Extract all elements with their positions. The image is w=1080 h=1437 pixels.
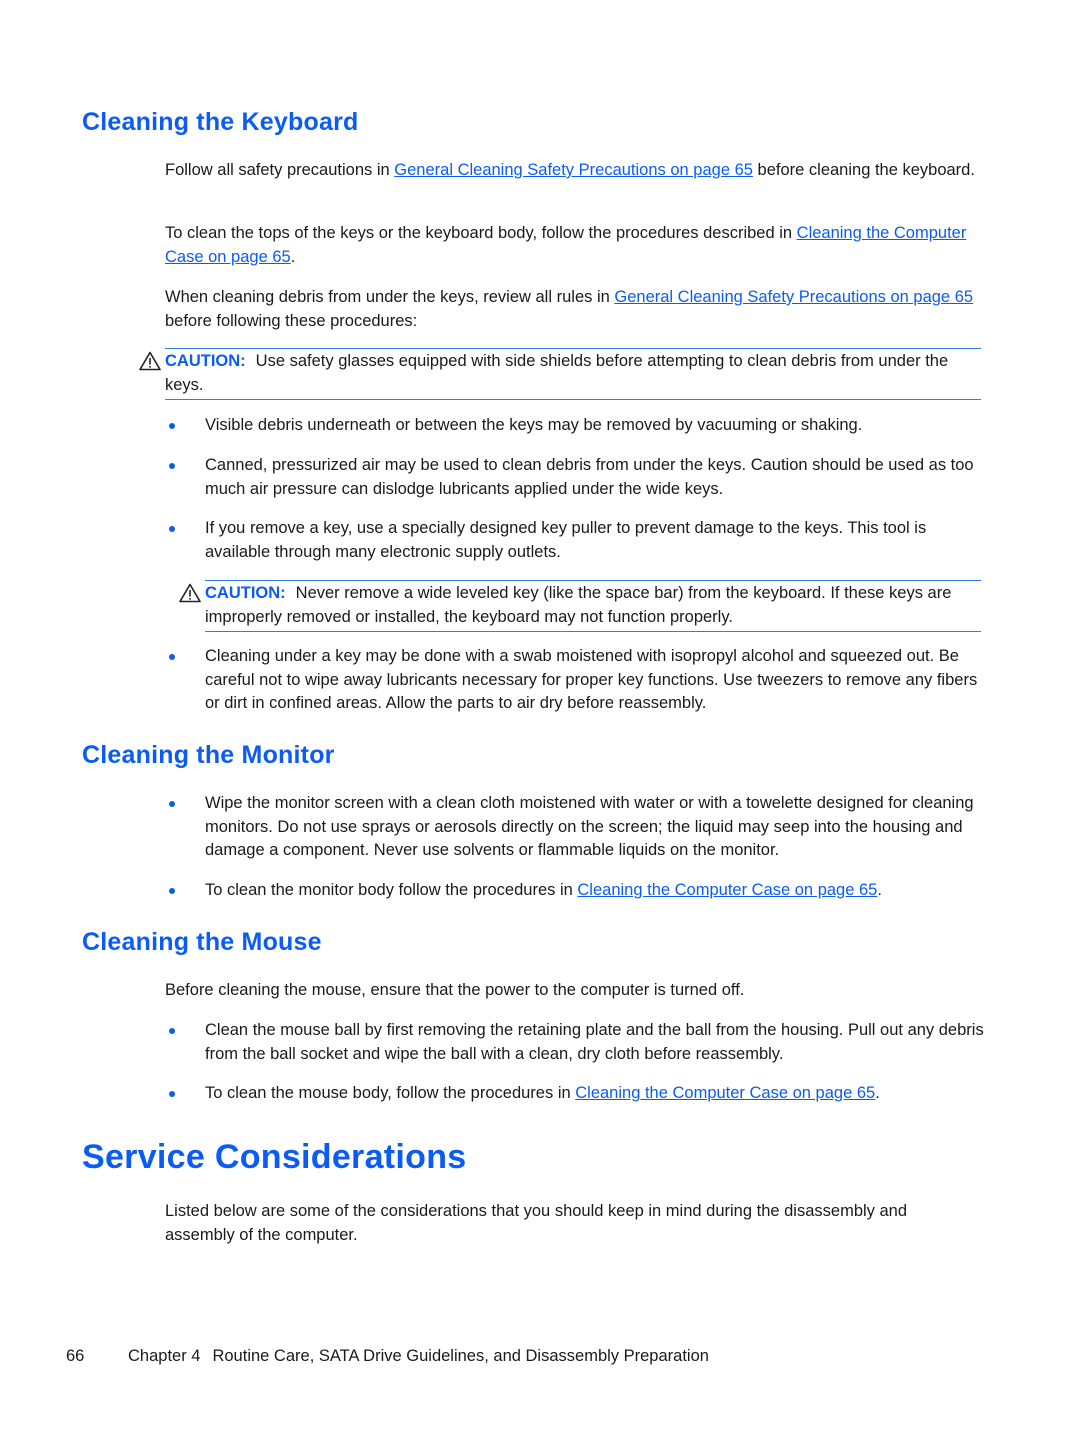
list-item-text: Visible debris underneath or between the… [205, 416, 863, 434]
bullet-icon [169, 1028, 175, 1034]
caution-note: CAUTION: Use safety glasses equipped with… [139, 348, 981, 400]
text: To clean the tops of the keys or the key… [165, 224, 797, 242]
list-item: Cleaning under a key may be done with a … [165, 645, 985, 716]
list-item-text: To clean the mouse body, follow the proc… [205, 1082, 985, 1106]
service-intro: Listed below are some of the considerati… [165, 1202, 908, 1244]
caution-label: CAUTION: [165, 352, 246, 370]
text: When cleaning debris from under the keys… [165, 288, 615, 306]
heading-cleaning-keyboard: Cleaning the Keyboard [82, 108, 359, 136]
link-cleaning-computer-case[interactable]: Cleaning the Computer Case on page 65 [577, 881, 877, 899]
heading-cleaning-monitor: Cleaning the Monitor [82, 741, 335, 769]
heading-cleaning-mouse: Cleaning the Mouse [82, 928, 322, 956]
link-general-cleaning-safety[interactable]: General Cleaning Safety Precautions on p… [614, 288, 973, 306]
keyboard-paragraph-1: Follow all safety precautions in General… [165, 159, 975, 183]
list-item: Visible debris underneath or between the… [165, 414, 985, 438]
text: . [875, 1084, 880, 1102]
link-general-cleaning-safety[interactable]: General Cleaning Safety Precautions on p… [394, 161, 753, 179]
bullet-icon [169, 423, 175, 429]
bullet-icon [169, 801, 175, 807]
text: before following these procedures: [165, 311, 418, 330]
bullet-icon [169, 888, 175, 894]
list-item-text: To clean the monitor body follow the pro… [205, 879, 985, 903]
caution-text: Use safety glasses equipped with side sh… [165, 352, 949, 394]
list-item-text: Cleaning under a key may be done with a … [205, 647, 978, 712]
text: Follow all safety precautions in [165, 161, 395, 179]
bullet-icon [169, 526, 175, 532]
caution-label: CAUTION: [205, 584, 286, 602]
list-item: To clean the monitor body follow the pro… [165, 879, 985, 903]
warning-triangle-icon [179, 583, 201, 603]
text: To clean the monitor body follow the pro… [205, 881, 578, 899]
keyboard-paragraph-3: When cleaning debris from under the keys… [165, 286, 975, 333]
list-item: Clean the mouse ball by first removing t… [165, 1019, 985, 1066]
caution-text: Never remove a wide leveled key (like th… [205, 584, 952, 626]
list-item: If you remove a key, use a specially des… [165, 517, 985, 564]
list-item: Wipe the monitor screen with a clean clo… [165, 792, 985, 863]
list-item-text: Clean the mouse ball by first removing t… [205, 1021, 984, 1063]
keyboard-paragraph-2: To clean the tops of the keys or the key… [165, 222, 975, 269]
page-number: 66 [66, 1347, 85, 1365]
link-cleaning-computer-case[interactable]: Cleaning the Computer Case on page 65 [575, 1084, 875, 1102]
list-item: To clean the mouse body, follow the proc… [165, 1082, 985, 1106]
text: before cleaning the keyboard. [752, 161, 975, 179]
list-item-text: If you remove a key, use a specially des… [205, 519, 927, 561]
chapter-label: Chapter 4 [128, 1347, 201, 1365]
bullet-icon [169, 463, 175, 469]
heading-service-considerations: Service Considerations [82, 1138, 467, 1176]
text: . [290, 247, 296, 266]
caution-note: CAUTION: Never remove a wide leveled key … [179, 580, 981, 632]
chapter-title: Routine Care, SATA Drive Guidelines, and… [212, 1347, 709, 1365]
list-item-text: Wipe the monitor screen with a clean clo… [205, 794, 974, 859]
warning-triangle-icon [139, 351, 161, 371]
bullet-icon [169, 1091, 175, 1097]
page-footer: 66 Chapter 4 Routine Care, SATA Drive Guid… [66, 1347, 709, 1366]
mouse-intro: Before cleaning the mouse, ensure that t… [165, 981, 745, 999]
text: To clean the mouse body, follow the proc… [205, 1084, 576, 1102]
list-item: Canned, pressurized air may be used to c… [165, 454, 985, 501]
list-item-text: Canned, pressurized air may be used to c… [205, 456, 974, 498]
bullet-icon [169, 654, 175, 660]
text: . [877, 881, 882, 899]
